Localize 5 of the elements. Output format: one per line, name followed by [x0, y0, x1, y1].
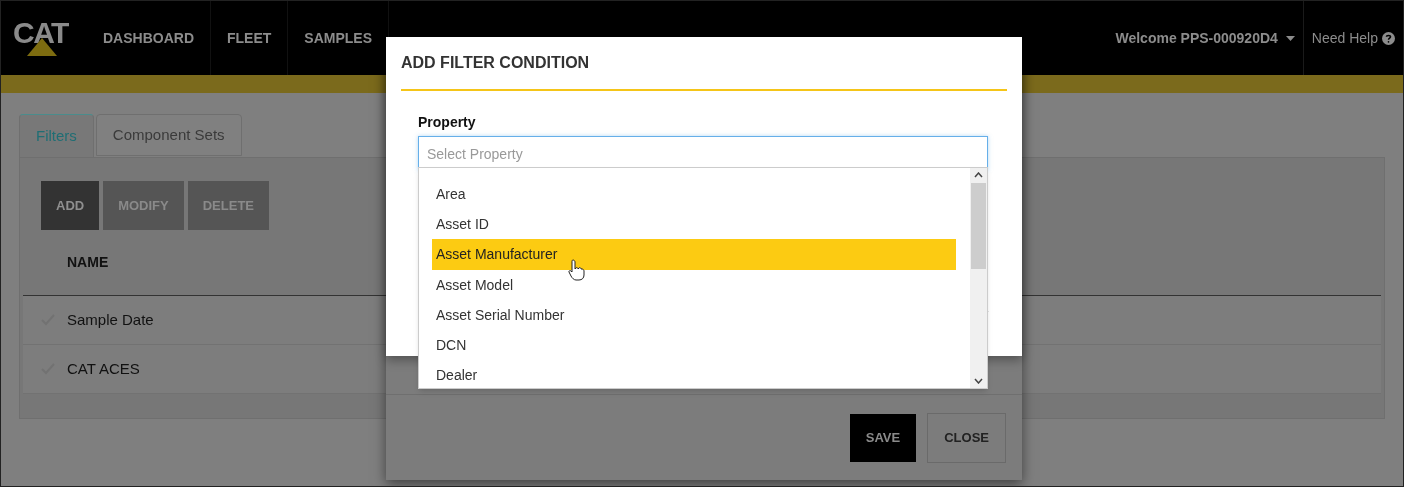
table-cell-text: Sample Date	[67, 309, 154, 330]
field-label: Property	[418, 113, 477, 132]
column-header: NAME	[67, 253, 109, 272]
dialog-title: ADD FILTER CONDITION	[401, 37, 1007, 91]
table-cell-text: CAT ACES	[67, 358, 140, 379]
